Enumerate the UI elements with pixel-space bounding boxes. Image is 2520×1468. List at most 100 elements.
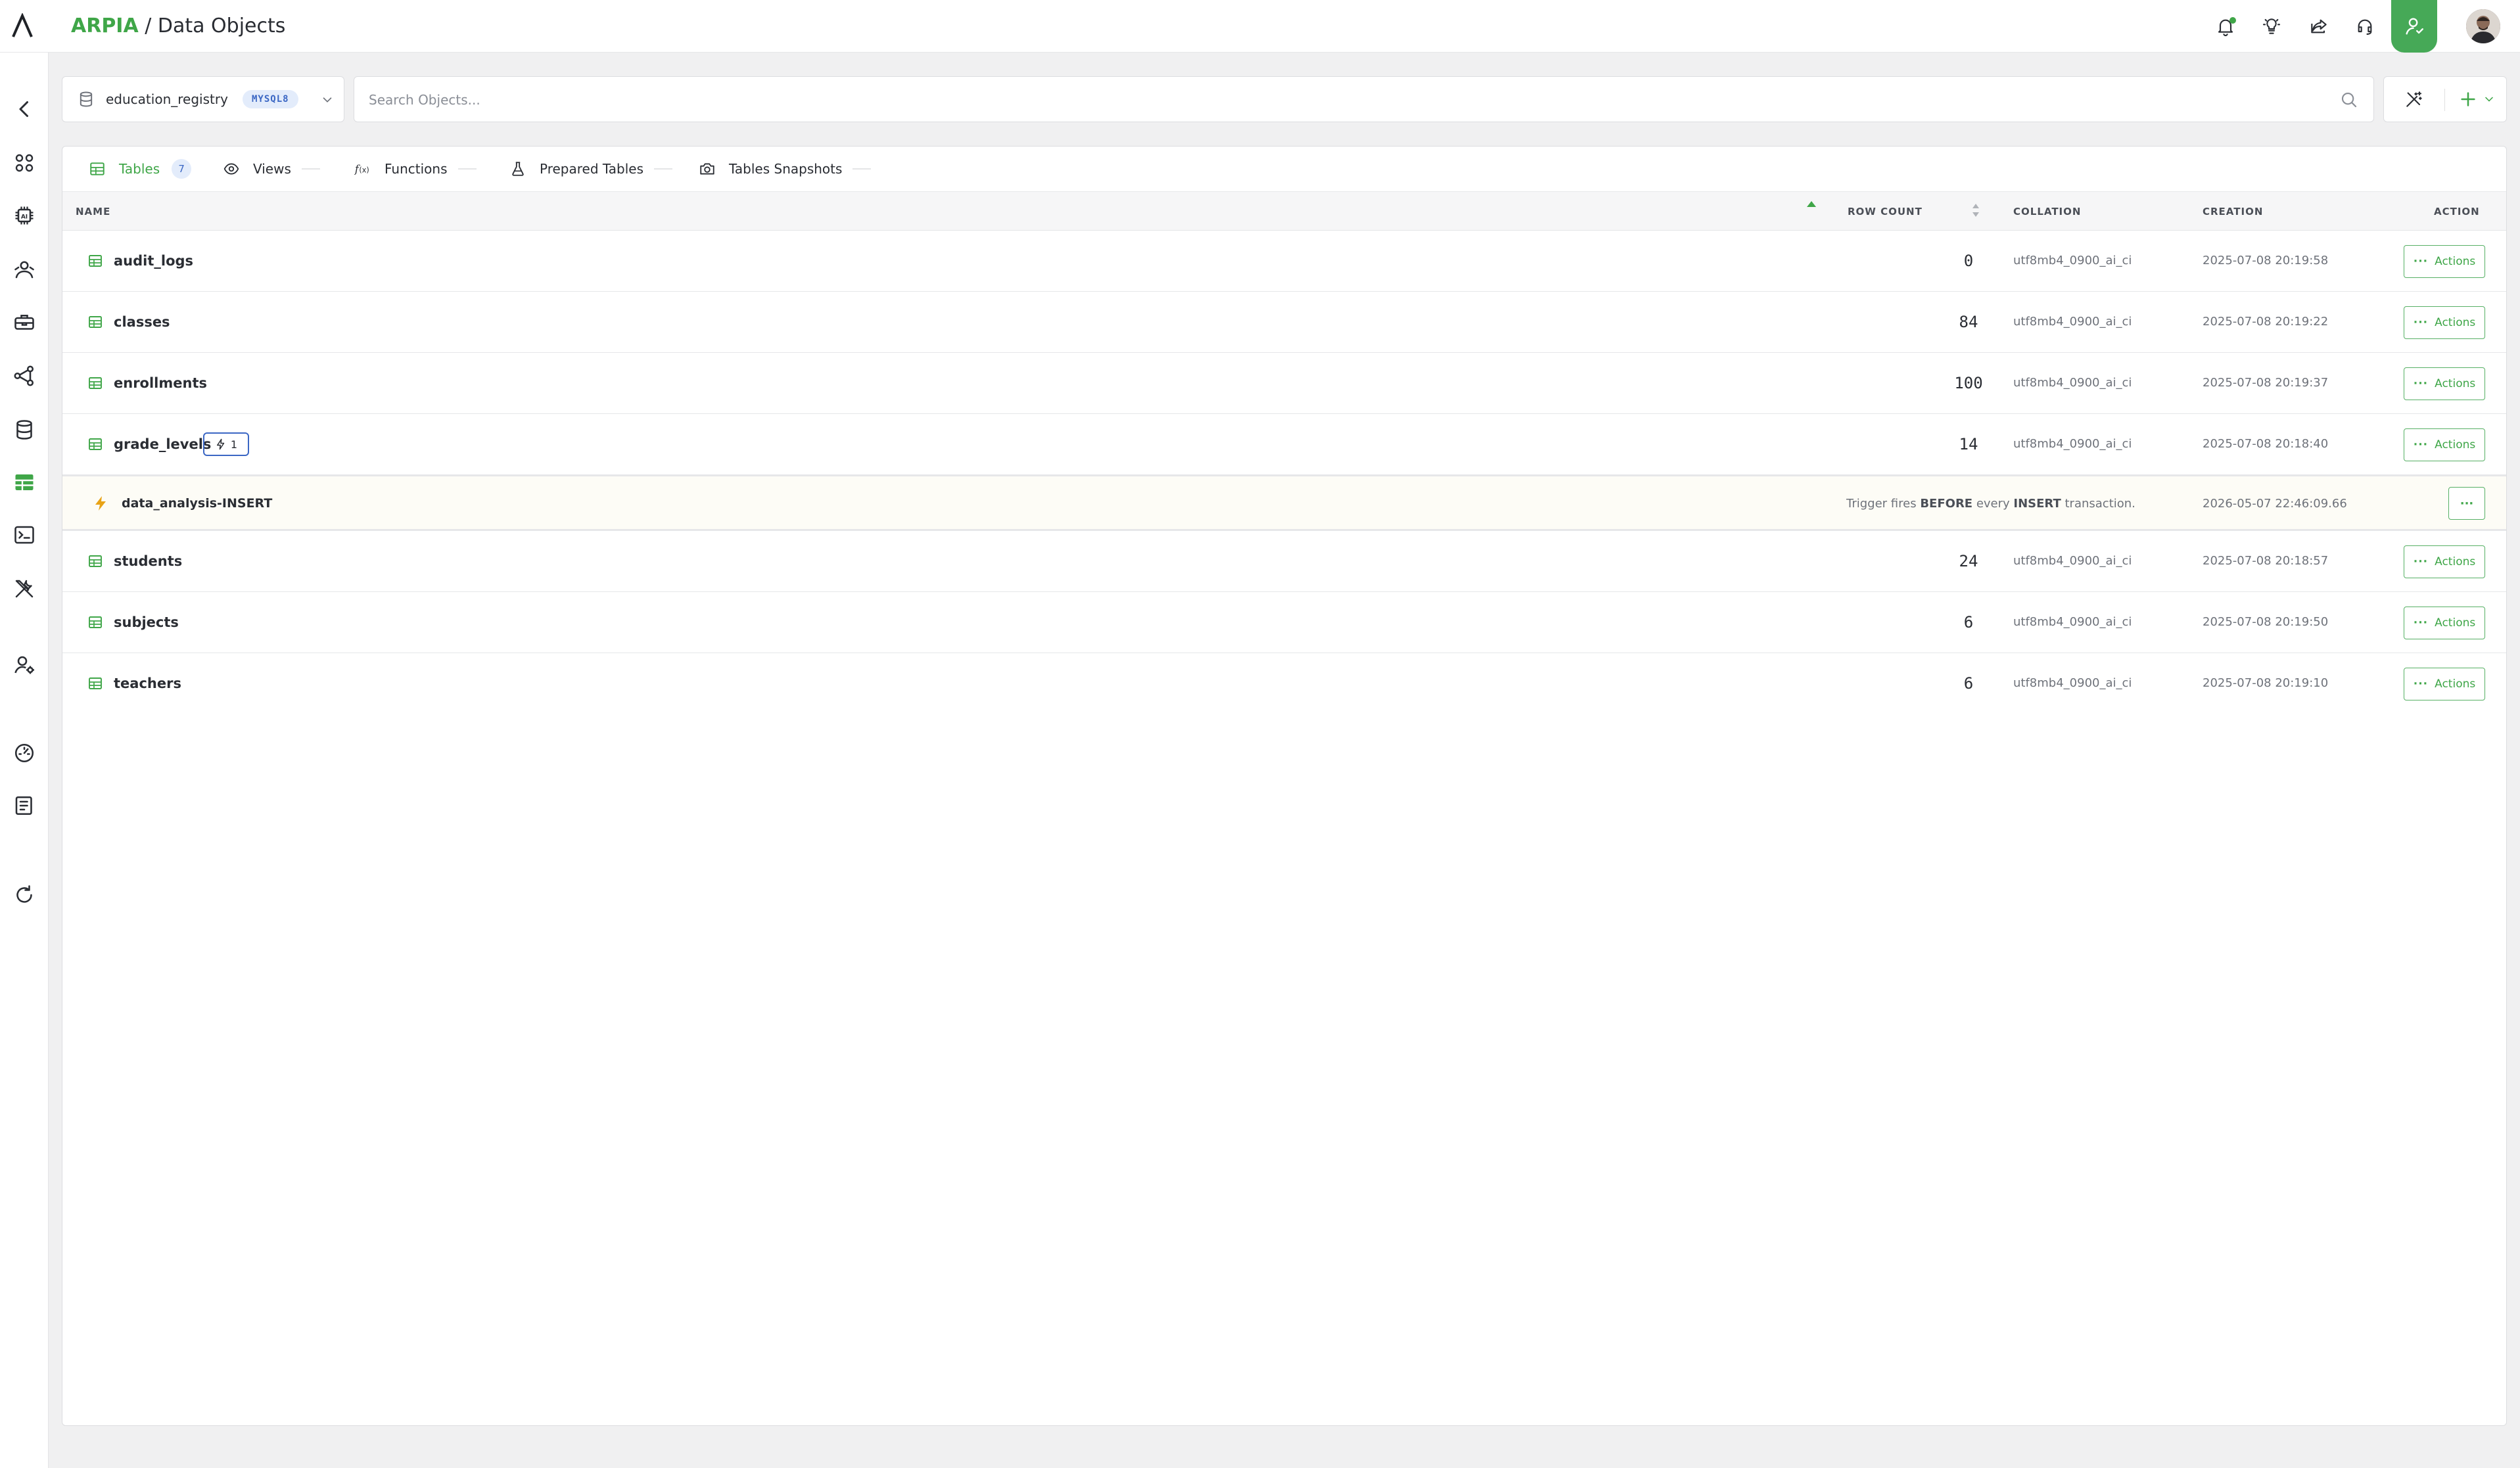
refresh-icon (16, 885, 32, 903)
arpia-logo-icon[interactable] (9, 13, 35, 39)
tab-tables[interactable]: Tables 7 (89, 147, 192, 191)
table-name[interactable]: teachers (114, 673, 181, 694)
actions-label: Actions (2435, 255, 2476, 268)
support-button[interactable] (2352, 13, 2378, 39)
toolbar-divider (2444, 89, 2445, 111)
collation: utf8mb4_0900_ai_ci (2013, 554, 2132, 568)
actions-button[interactable]: ··· Actions (2404, 367, 2485, 400)
sidebar-item-user-admin[interactable] (11, 652, 37, 678)
table-name[interactable]: classes (114, 311, 170, 333)
collation: utf8mb4_0900_ai_ci (2013, 615, 2132, 629)
sidebar-item-graph[interactable] (11, 363, 37, 389)
sidebar-item-data-objects[interactable] (11, 469, 37, 495)
sort-icon[interactable] (1971, 201, 1980, 219)
avatar[interactable] (2466, 9, 2500, 43)
sidebar-item-terminal[interactable] (11, 522, 37, 548)
ellipsis-icon: ··· (2413, 616, 2429, 630)
eye-icon (223, 163, 239, 175)
table-row[interactable]: students 24 utf8mb4_0900_ai_ci 2025-07-0… (62, 531, 2506, 592)
plus-icon[interactable] (2458, 89, 2479, 110)
database-icon (16, 420, 32, 440)
trigger-count: 1 (230, 438, 238, 451)
actions-button[interactable]: ··· Actions (2404, 245, 2485, 278)
sidebar-item-database[interactable] (11, 417, 37, 443)
table-row[interactable]: teachers 6 utf8mb4_0900_ai_ci 2025-07-08… (62, 653, 2506, 714)
svg-text:(x): (x) (359, 166, 369, 175)
actions-button[interactable]: ··· Actions (2404, 668, 2485, 700)
actions-button[interactable]: ··· Actions (2404, 607, 2485, 639)
database-selector[interactable]: education_registry MYSQL8 (62, 76, 344, 122)
table-row[interactable]: audit_logs 0 utf8mb4_0900_ai_ci 2025-07-… (62, 231, 2506, 292)
trigger-event: INSERT (2013, 497, 2061, 511)
table-row[interactable]: enrollments 100 utf8mb4_0900_ai_ci 2025-… (62, 353, 2506, 414)
sidebar-item-ai[interactable]: AI (11, 202, 37, 229)
gauge-icon (14, 743, 34, 763)
breadcrumb-brand[interactable]: ARPIA (71, 14, 139, 37)
tab-tables-snapshots-label: Tables Snapshots (729, 161, 843, 177)
ellipsis-icon: ··· (2413, 255, 2429, 268)
table-row[interactable]: subjects 6 utf8mb4_0900_ai_ci 2025-07-08… (62, 592, 2506, 653)
tab-functions[interactable]: f (x) Functions (354, 147, 477, 191)
sort-ascending-icon[interactable] (1807, 201, 1816, 207)
trigger-count-badge[interactable]: 1 (203, 432, 249, 456)
search-icon[interactable] (2339, 90, 2359, 110)
table-icon (89, 255, 102, 267)
table-icon (89, 438, 102, 450)
actions-button[interactable]: ··· Actions (2404, 428, 2485, 461)
collation: utf8mb4_0900_ai_ci (2013, 376, 2132, 390)
terminal-icon (14, 526, 34, 544)
table-name[interactable]: subjects (114, 612, 179, 633)
tab-prepared-tables-label: Prepared Tables (540, 161, 644, 177)
trigger-menu-button[interactable]: ··· (2448, 487, 2485, 520)
trigger-name[interactable]: data_analysis-INSERT (122, 493, 272, 513)
tab-prepared-tables[interactable]: Prepared Tables (509, 147, 673, 191)
sidebar-item-monitor[interactable] (11, 740, 37, 766)
tab-views[interactable]: Views (223, 147, 320, 191)
sidebar-item-refresh[interactable] (11, 882, 37, 908)
actions-label: Actions (2435, 616, 2476, 630)
ellipsis-icon: ··· (2413, 555, 2429, 568)
function-icon: f (x) (354, 163, 369, 175)
actions-button[interactable]: ··· Actions (2404, 545, 2485, 578)
column-header-creation[interactable]: CREATION (2203, 204, 2263, 219)
chevron-down-icon[interactable] (2483, 93, 2496, 106)
sidebar-item-workspace[interactable] (11, 256, 37, 283)
actions-button[interactable]: ··· Actions (2404, 306, 2485, 339)
sidebar-back[interactable] (11, 96, 37, 122)
magic-wand-icon[interactable] (2404, 89, 2425, 110)
actions-label: Actions (2435, 316, 2476, 329)
column-header-row-count[interactable]: ROW COUNT (1848, 204, 1923, 219)
user-sharing-button[interactable] (2391, 0, 2437, 53)
table-name[interactable]: grade_levels (114, 434, 211, 455)
table-icon (89, 616, 102, 628)
creation-date: 2025-07-08 20:18:40 (2203, 437, 2329, 451)
sidebar-item-toolbox[interactable] (11, 309, 37, 335)
share-button[interactable] (2306, 13, 2332, 39)
trigger-creation-date: 2026-05-07 22:46:09.66 (2203, 497, 2347, 511)
table-row[interactable]: grade_levels 1 14 utf8mb4_0900_ai_ci 202… (62, 414, 2506, 475)
tab-functions-label: Functions (385, 161, 448, 177)
table-name[interactable]: students (114, 551, 182, 572)
notifications-button[interactable] (2212, 13, 2239, 39)
table-row[interactable]: classes 84 utf8mb4_0900_ai_ci 2025-07-08… (62, 292, 2506, 353)
search-input[interactable] (367, 86, 2329, 114)
table-name[interactable]: audit_logs (114, 250, 193, 271)
database-icon (80, 91, 93, 107)
column-header-name[interactable]: NAME (76, 204, 110, 219)
chevron-down-icon (323, 97, 332, 103)
trigger-row[interactable]: data_analysis-INSERT Trigger fires BEFOR… (62, 474, 2506, 531)
camera-icon (700, 163, 714, 175)
lightbulb-icon (2262, 18, 2281, 34)
ellipsis-icon: ··· (2413, 377, 2429, 390)
network-graph-icon (14, 365, 34, 386)
sidebar-item-docs[interactable] (11, 792, 37, 819)
collation: utf8mb4_0900_ai_ci (2013, 437, 2132, 451)
tab-tables-snapshots[interactable]: Tables Snapshots (699, 147, 872, 191)
sidebar-item-dashboard[interactable] (11, 150, 37, 176)
ideas-button[interactable] (2258, 13, 2285, 39)
column-header-collation[interactable]: COLLATION (2013, 204, 2081, 219)
table-name[interactable]: enrollments (114, 373, 207, 394)
svg-text:AI: AI (21, 214, 28, 221)
data-objects-panel: Tables 7 Views f (x) Functions Prepared T… (62, 146, 2507, 1426)
sidebar-item-tools[interactable] (11, 576, 37, 602)
